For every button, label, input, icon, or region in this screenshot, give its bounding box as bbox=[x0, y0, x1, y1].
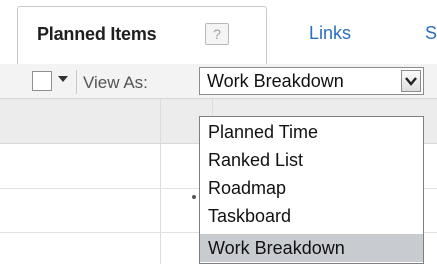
help-icon[interactable]: ? bbox=[205, 23, 229, 45]
option-taskboard[interactable]: Taskboard bbox=[200, 202, 423, 230]
chevron-down-icon bbox=[405, 77, 417, 86]
view-as-select[interactable]: Work Breakdown bbox=[199, 67, 424, 95]
option-roadmap[interactable]: Roadmap bbox=[200, 174, 423, 202]
option-planned-time[interactable]: Planned Time bbox=[200, 118, 423, 146]
grid-column-divider bbox=[160, 99, 161, 264]
toolbar: View As: Work Breakdown bbox=[0, 64, 437, 99]
tab-bar: Planned Items ? Links S bbox=[0, 0, 437, 65]
dropdown-arrow-button[interactable] bbox=[401, 70, 421, 92]
chevron-down-icon[interactable] bbox=[58, 76, 68, 82]
tab-planned-items-label: Planned Items bbox=[37, 24, 157, 44]
grid-indicator bbox=[192, 195, 196, 199]
select-all-checkbox[interactable] bbox=[32, 71, 52, 91]
view-as-dropdown-list[interactable]: Planned Time Ranked List Roadmap Taskboa… bbox=[199, 116, 424, 264]
view-as-label: View As: bbox=[83, 73, 148, 92]
tab-links[interactable]: Links bbox=[309, 23, 351, 44]
tab-planned-items[interactable]: Planned Items ? bbox=[17, 6, 267, 64]
view-as-select-value: Work Breakdown bbox=[207, 71, 344, 91]
tab-partial[interactable]: S bbox=[425, 23, 437, 44]
option-work-breakdown[interactable]: Work Breakdown bbox=[200, 234, 423, 262]
option-ranked-list[interactable]: Ranked List bbox=[200, 146, 423, 174]
toolbar-divider bbox=[76, 70, 77, 94]
